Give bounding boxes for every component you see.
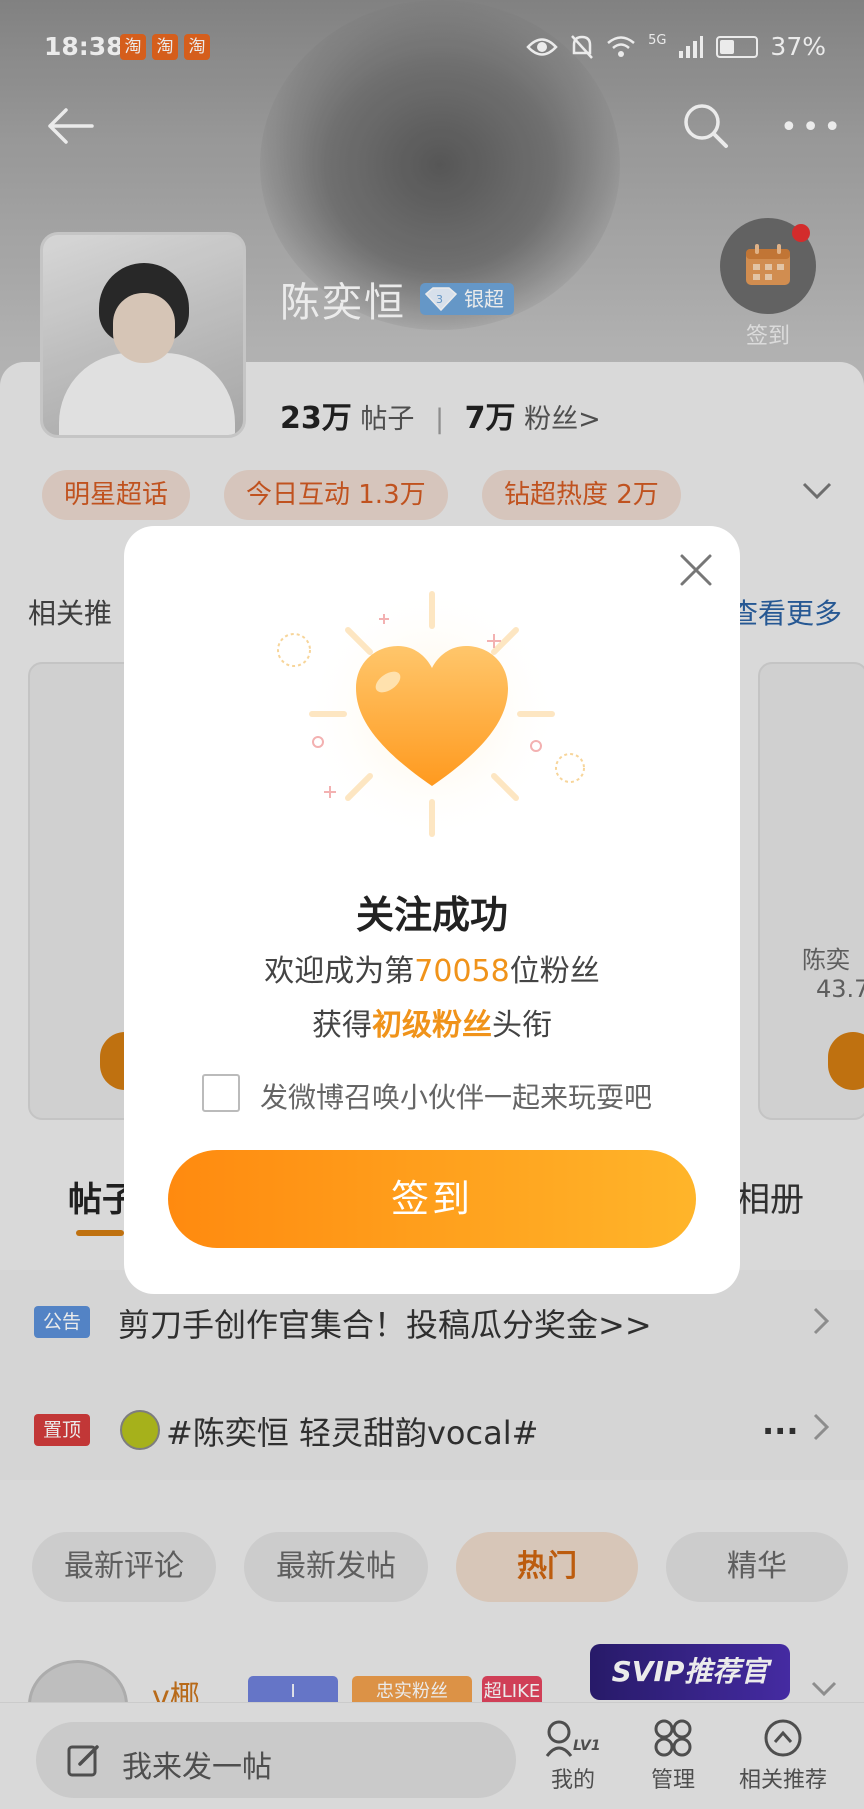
- fan-number: 70058: [414, 954, 510, 989]
- follow-success-dialog: 关注成功 欢迎成为第70058位粉丝 获得初级粉丝头衔 发微博召唤小伙伴一起来玩…: [124, 526, 740, 1294]
- heart-icon: [277, 586, 585, 842]
- share-checkbox[interactable]: [202, 1074, 240, 1112]
- share-checkbox-label[interactable]: 发微博召唤小伙伴一起来玩耍吧: [260, 1076, 652, 1116]
- dialog-title: 关注成功: [355, 893, 508, 937]
- fan-title-text: 获得初级粉丝头衔: [312, 1008, 552, 1043]
- welcome-text: 欢迎成为第70058位粉丝: [264, 954, 600, 989]
- dialog-checkin-button[interactable]: 签到: [168, 1150, 696, 1248]
- fan-title: 初级粉丝: [372, 1008, 492, 1043]
- close-icon[interactable]: [678, 552, 714, 588]
